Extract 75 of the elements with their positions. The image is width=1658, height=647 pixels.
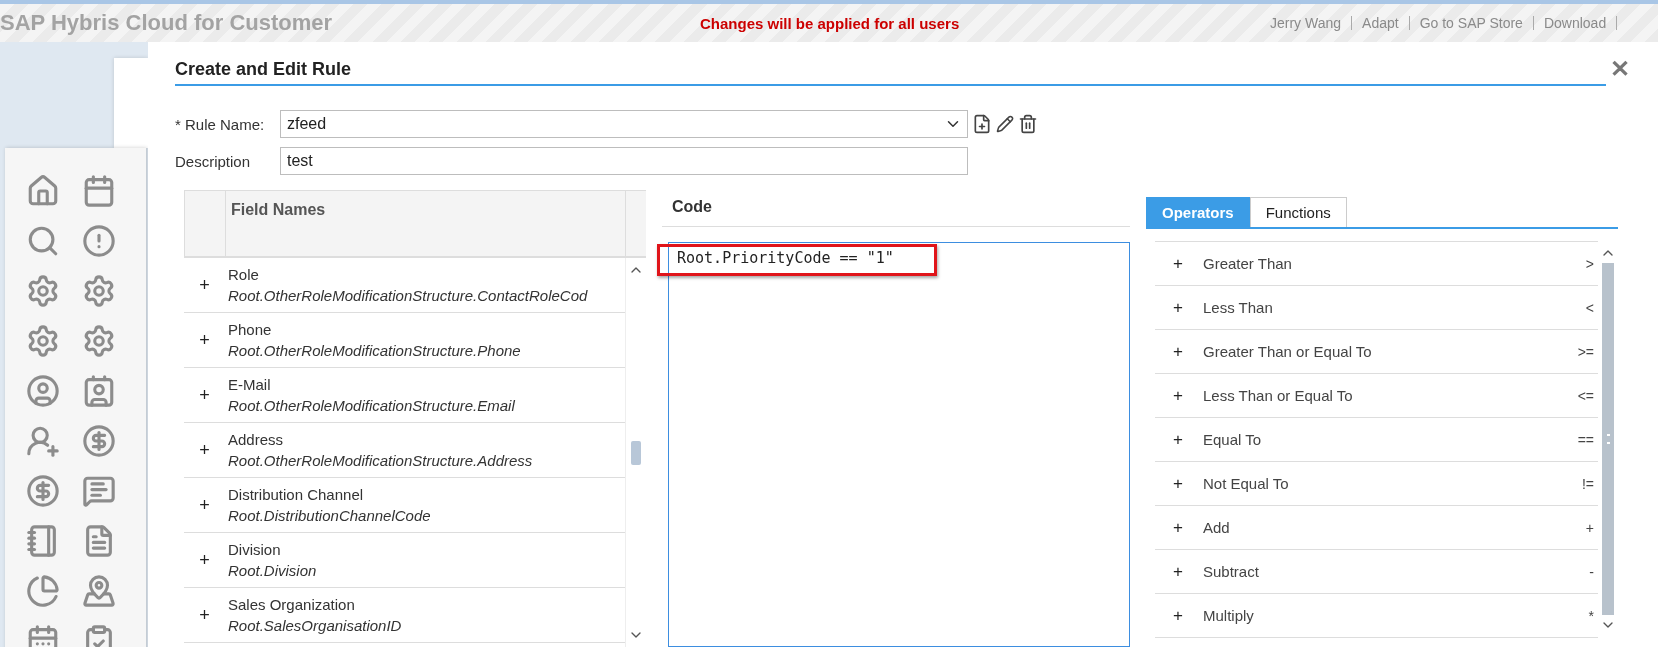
operator-item[interactable]: + Not Equal To != bbox=[1155, 462, 1598, 506]
notice-text: Changes will be applied for all users bbox=[700, 14, 961, 32]
field-label[interactable]: Distribution Channel bbox=[228, 486, 625, 503]
operator-symbol: + bbox=[1585, 519, 1594, 536]
field-path: Root.OtherRoleModificationStructure.Address bbox=[228, 452, 534, 469]
operator-item[interactable]: + Equal To == bbox=[1155, 418, 1598, 462]
field-path: Root.DistributionChannelCode bbox=[228, 507, 432, 524]
pencil-icon[interactable] bbox=[996, 115, 1014, 133]
tab[interactable]: Functions bbox=[1249, 197, 1347, 227]
expand-toggle[interactable]: + bbox=[184, 549, 225, 571]
description-label: Description bbox=[175, 152, 252, 170]
operator-item[interactable]: + Subtract - bbox=[1155, 550, 1598, 594]
expand-toggle[interactable]: + bbox=[184, 604, 225, 626]
operator-symbol: <= bbox=[1577, 387, 1594, 404]
expand-toggle[interactable]: + bbox=[1173, 473, 1203, 494]
field-label[interactable]: Sales Organization bbox=[228, 596, 625, 613]
scroll-thumb[interactable] bbox=[631, 440, 641, 465]
rule-name-field[interactable]: zfeed bbox=[280, 110, 968, 138]
operator-item[interactable]: + Less Than < bbox=[1155, 286, 1598, 330]
operator-label: Greater Than bbox=[1203, 255, 1293, 272]
field-label[interactable]: Role bbox=[228, 266, 625, 283]
expand-toggle[interactable]: + bbox=[184, 274, 225, 296]
operator-symbol: == bbox=[1577, 431, 1594, 448]
field-path: Root.OtherRoleModificationStructure.Phone bbox=[228, 342, 522, 359]
expand-toggle[interactable]: + bbox=[184, 384, 225, 406]
operator-label: Not Equal To bbox=[1203, 475, 1290, 492]
operator-symbol: < bbox=[1585, 299, 1594, 316]
operator-symbol: * bbox=[1588, 607, 1594, 624]
field-label[interactable]: E-Mail bbox=[228, 376, 625, 393]
expand-toggle[interactable]: + bbox=[1173, 429, 1203, 450]
app-title: SAP Hybris Cloud for Customer bbox=[0, 10, 334, 36]
code-label: Code bbox=[662, 190, 1130, 227]
field-label[interactable]: Phone bbox=[228, 321, 625, 338]
field-path: Root.Division bbox=[228, 562, 318, 579]
field-path: Root.OtherRoleModificationStructure.Email bbox=[228, 397, 516, 414]
expand-toggle[interactable]: + bbox=[1173, 605, 1203, 626]
operator-label: Less Than bbox=[1203, 299, 1274, 316]
expand-toggle[interactable]: + bbox=[1173, 253, 1203, 274]
operator-item[interactable]: + Multiply * bbox=[1155, 594, 1598, 638]
operator-symbol: != bbox=[1581, 475, 1594, 492]
operator-label: Greater Than or Equal To bbox=[1203, 343, 1373, 360]
grip-icon bbox=[1606, 434, 1610, 444]
field-path: Root.OtherRoleModificationStructure.ContactRoleCod bbox=[228, 287, 589, 304]
field-path: Root.SalesOrganisationID bbox=[228, 617, 403, 634]
expand-toggle[interactable]: + bbox=[184, 329, 225, 351]
operator-item[interactable]: + Less Than or Equal To <= bbox=[1155, 374, 1598, 418]
expand-toggle[interactable]: + bbox=[1173, 297, 1203, 318]
operator-label: Equal To bbox=[1203, 431, 1263, 448]
expand-toggle[interactable]: + bbox=[1173, 385, 1203, 406]
operator-symbol: >= bbox=[1577, 343, 1594, 360]
scroll-thumb[interactable] bbox=[1602, 263, 1614, 615]
expand-toggle[interactable]: + bbox=[184, 439, 225, 461]
dialog-title: Create and Edit Rule bbox=[175, 58, 352, 80]
new-document-icon[interactable] bbox=[972, 114, 992, 134]
expand-toggle[interactable]: + bbox=[1173, 561, 1203, 582]
expand-toggle[interactable]: + bbox=[184, 494, 225, 516]
field-label[interactable]: Address bbox=[228, 431, 625, 448]
operator-symbol: > bbox=[1585, 255, 1594, 272]
close-button[interactable]: ✕ bbox=[1610, 58, 1630, 80]
operator-item[interactable]: + Greater Than > bbox=[1155, 242, 1598, 286]
operator-label: Add bbox=[1203, 519, 1231, 536]
field-label[interactable]: Division bbox=[228, 541, 625, 558]
code-editor[interactable]: Root.PriorityCode == "1" bbox=[668, 242, 1130, 647]
expand-toggle[interactable]: + bbox=[1173, 341, 1203, 362]
trash-icon[interactable] bbox=[1018, 114, 1038, 134]
operator-item[interactable]: + Greater Than or Equal To >= bbox=[1155, 330, 1598, 374]
rule-name-label: * Rule Name: bbox=[175, 115, 266, 133]
operator-label: Less Than or Equal To bbox=[1203, 387, 1354, 404]
expand-toggle[interactable]: + bbox=[1173, 517, 1203, 538]
description-field[interactable]: test bbox=[280, 147, 968, 175]
operator-label: Multiply bbox=[1203, 607, 1255, 624]
operator-symbol: - bbox=[1589, 563, 1594, 580]
operator-item[interactable]: + Add + bbox=[1155, 506, 1598, 550]
operator-label: Subtract bbox=[1203, 563, 1260, 580]
column-header: Field Names bbox=[226, 191, 626, 256]
